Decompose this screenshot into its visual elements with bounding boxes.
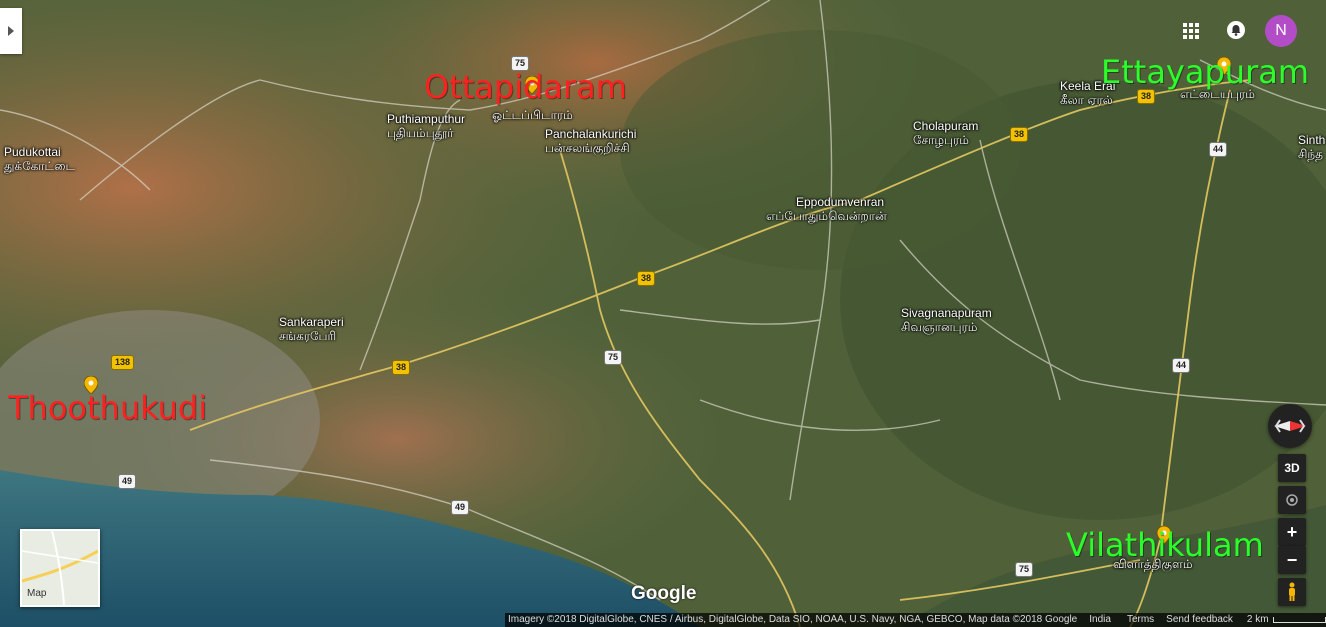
road-shield: 49 — [451, 500, 470, 515]
zoom-out-button[interactable]: − — [1278, 546, 1306, 574]
road-shield: 38 — [1137, 89, 1156, 104]
road-shield: 44 — [1209, 142, 1228, 157]
road-shield: 75 — [1015, 562, 1034, 577]
terms-link[interactable]: Terms — [1127, 613, 1154, 627]
road-shield: 138 — [111, 355, 135, 370]
place-label-sankaraperi: Sankaraperi சங்கரபேரி — [279, 315, 344, 343]
pegman-icon — [1289, 582, 1295, 601]
place-label-panchalankurichi: Panchalankurichi பன்சலங்குறிச்சி — [545, 127, 637, 155]
apps-grid-icon[interactable] — [1182, 22, 1200, 40]
annotation-vilathikulam: Vilathikulam — [1066, 526, 1264, 564]
road-shield: 75 — [604, 350, 623, 365]
avatar-initial: N — [1275, 22, 1287, 39]
annotation-thoothukudi: Thoothukudi — [8, 389, 208, 427]
road-shield: 49 — [118, 474, 137, 489]
send-feedback-link[interactable]: Send feedback — [1166, 613, 1233, 627]
annotation-ottapidaram: Ottapidaram — [424, 68, 627, 106]
road-shield: 38 — [392, 360, 411, 375]
compass[interactable] — [1268, 404, 1312, 448]
side-panel-toggle[interactable] — [0, 8, 22, 54]
crosshair-icon — [1286, 494, 1298, 506]
annotation-ettayapuram: Ettayapuram — [1101, 53, 1309, 91]
street-view-pegman[interactable] — [1278, 578, 1306, 606]
place-label-ottapidaram-tamil: ஓட்டப்பிடாரம் — [492, 108, 573, 122]
compass-needle-icon — [1274, 419, 1306, 433]
google-logo: Google — [631, 583, 697, 604]
notification-bell-icon[interactable] — [1226, 20, 1246, 40]
place-label-puthiamputhur: Puthiamputhur புதியம்புதூர் — [387, 112, 466, 140]
chevron-right-icon — [8, 26, 14, 36]
scale-bar — [1272, 617, 1326, 623]
avatar[interactable]: N — [1265, 15, 1297, 47]
place-label-eppodumvenran: Eppodumvenran எப்போதும்வென்றான் — [766, 195, 887, 223]
zoom-in-button[interactable]: + — [1278, 518, 1306, 546]
tilt-3d-button[interactable]: 3D — [1278, 454, 1306, 482]
scale-label: 2 km — [1246, 614, 1269, 625]
minimap-label: Map — [27, 588, 47, 599]
place-label-sinth: Sinth சிந்த — [1298, 133, 1326, 161]
attribution-bar: Imagery ©2018 DigitalGlobe, CNES / Airbu… — [505, 613, 1326, 627]
road-shield: 38 — [637, 271, 656, 286]
my-location-button[interactable] — [1278, 486, 1306, 514]
map-type-minimap[interactable]: Map — [20, 529, 100, 607]
place-label-sivagnanapuram: Sivagnanapuram சிவஞானபுரம் — [901, 306, 992, 334]
road-shield: 38 — [1010, 127, 1029, 142]
place-label-pudukottai: Pudukottai துக்கோட்டை — [4, 145, 76, 173]
country-link[interactable]: India — [1089, 613, 1111, 627]
imagery-attribution: Imagery ©2018 DigitalGlobe, CNES / Airbu… — [508, 614, 1078, 625]
road-shield: 44 — [1172, 358, 1191, 373]
place-label-cholapuram: Cholapuram சோழபுரம் — [913, 119, 979, 147]
